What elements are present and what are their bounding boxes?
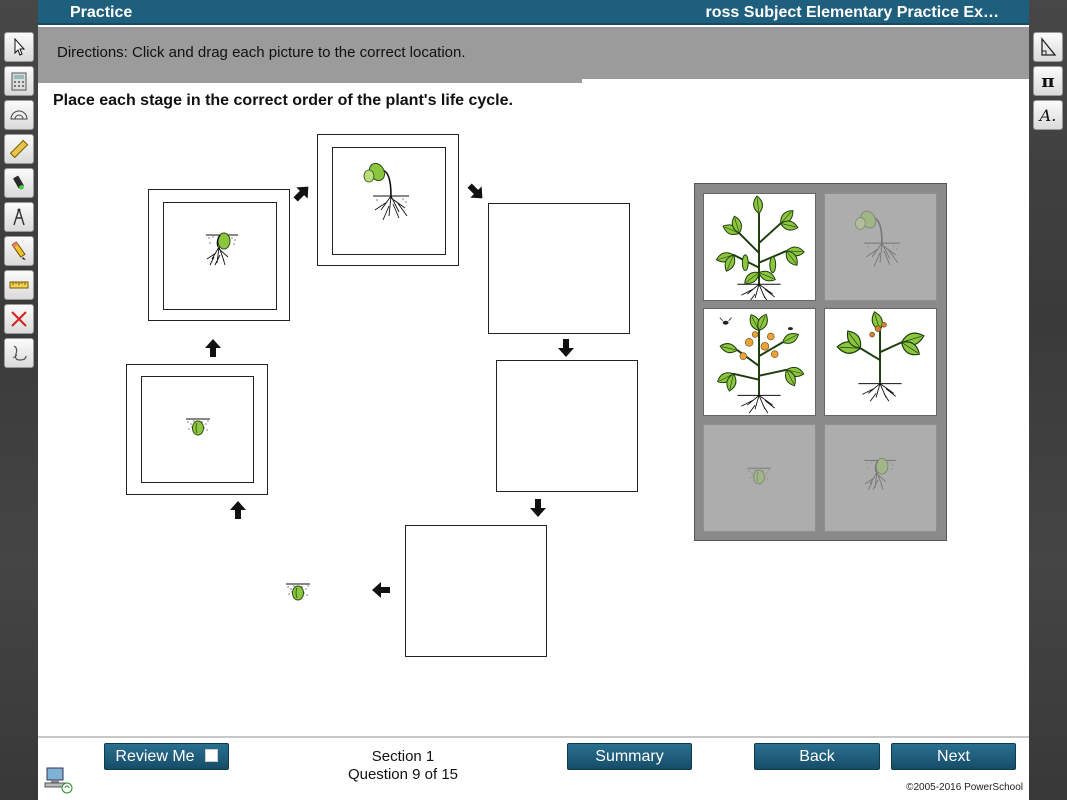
seedling-image (363, 159, 410, 221)
pi-label: π (1041, 70, 1055, 92)
copyright-text: ©2005-2016 PowerSchool (906, 782, 1023, 793)
cycle-slot-4-empty[interactable] (488, 203, 630, 334)
question-position: Section 1 Question 9 of 15 (338, 748, 468, 784)
eliminator-icon[interactable] (4, 304, 34, 334)
mature-plant-image (714, 195, 806, 300)
seedling-ghost-image (854, 207, 901, 268)
summary-button[interactable]: Summary (567, 743, 692, 770)
answer-tray (694, 183, 947, 541)
eraser-icon[interactable] (4, 338, 34, 368)
sprouting-seed-image (205, 232, 239, 266)
tile-young-plant[interactable] (824, 308, 937, 416)
cycle-end-seed-image (285, 583, 311, 601)
text-icon[interactable]: A. (1033, 100, 1063, 130)
cycle-slot-5-empty[interactable] (496, 360, 638, 492)
ruler-icon[interactable] (4, 134, 34, 164)
tile-sprouting-seed-used (824, 424, 937, 532)
review-me-button[interactable]: Review Me (104, 743, 229, 770)
triangle-icon[interactable] (1033, 32, 1063, 62)
tile-seed-used (703, 424, 816, 532)
tile-seedling-used (824, 193, 937, 301)
back-button[interactable]: Back (754, 743, 880, 770)
cycle-slot-2[interactable] (148, 189, 290, 321)
arrow-left-icon (371, 580, 391, 600)
arrow-up-right-icon (292, 183, 312, 203)
pointer-icon[interactable] (4, 32, 34, 62)
test-window: Practice ross Subject Elementary Practic… (38, 0, 1029, 800)
flowering-plant-image (715, 312, 806, 414)
question-prompt: Place each stage in the correct order of… (53, 92, 513, 109)
review-checkbox[interactable] (204, 749, 218, 762)
protractor-icon[interactable] (4, 100, 34, 130)
cycle-slot-1[interactable] (126, 364, 268, 495)
pencil-icon[interactable] (4, 236, 34, 266)
review-me-label: Review Me (115, 748, 195, 765)
arrow-up-icon (228, 500, 248, 520)
arrow-up-icon (203, 338, 223, 358)
network-status-icon (44, 767, 73, 794)
pi-icon[interactable]: π (1033, 66, 1063, 96)
title-bar: Practice ross Subject Elementary Practic… (38, 0, 1029, 25)
arrow-down-right-icon (466, 182, 486, 202)
text-tool-label: A. (1039, 105, 1057, 125)
slot-card-seedling[interactable] (332, 147, 446, 255)
directions-text: Directions: Click and drag each picture … (57, 44, 466, 61)
tile-flowering-plant[interactable] (703, 308, 816, 416)
compass-icon[interactable] (4, 202, 34, 232)
cycle-slot-3[interactable] (317, 134, 459, 266)
footer-bar: Review Me Section 1 Question 9 of 15 Sum… (38, 736, 1029, 800)
next-button[interactable]: Next (891, 743, 1016, 770)
highlighter-icon[interactable] (4, 168, 34, 198)
young-plant-image (835, 310, 926, 402)
cycle-slot-6-empty[interactable] (405, 525, 547, 657)
tile-mature-plant[interactable] (703, 193, 816, 301)
seed-ghost-image (746, 467, 772, 485)
question-counter: Question 9 of 15 (347, 766, 459, 783)
arrow-down-icon (556, 338, 576, 358)
mode-title: Practice (70, 4, 133, 21)
line-ruler-icon[interactable] (4, 270, 34, 300)
slot-card-sprouting-seed[interactable] (163, 202, 277, 310)
seed-image (185, 418, 211, 436)
calculator-icon[interactable] (4, 66, 34, 96)
arrow-down-icon (528, 498, 548, 518)
test-title: ross Subject Elementary Practice Ex… (705, 4, 999, 21)
directions-tab (38, 79, 582, 83)
section-label: Section 1 (371, 748, 435, 765)
directions-bar: Directions: Click and drag each picture … (38, 27, 1029, 79)
sprouting-seed-ghost-image (863, 457, 897, 491)
slot-card-seed[interactable] (141, 376, 254, 483)
